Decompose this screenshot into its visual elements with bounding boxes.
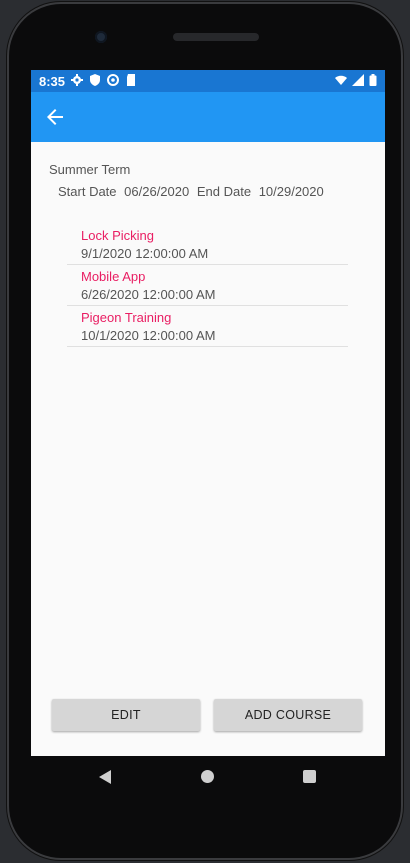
- course-title: Pigeon Training: [81, 310, 172, 325]
- add-course-button[interactable]: ADD COURSE: [214, 699, 362, 731]
- earpiece-speaker: [173, 33, 259, 41]
- gear-icon: [71, 74, 83, 86]
- end-date-value: 10/29/2020: [258, 184, 324, 199]
- course-date: 9/1/2020 12:00:00 AM: [81, 246, 209, 261]
- sync-icon: [107, 74, 119, 86]
- status-time: 8:35: [39, 74, 66, 89]
- sd-card-icon: [127, 74, 135, 86]
- wifi-icon: [335, 75, 347, 85]
- term-name: Summer Term: [49, 162, 131, 177]
- arrow-left-icon[interactable]: [43, 105, 67, 129]
- end-date-label: End Date: [196, 184, 252, 199]
- app-screen: 8:35 Summer Term Start Date 06/26/2020 E…: [31, 70, 385, 756]
- status-bar: 8:35: [31, 70, 385, 92]
- app-toolbar: [31, 92, 385, 142]
- course-list: Lock Picking 9/1/2020 12:00:00 AM Mobile…: [67, 224, 348, 347]
- battery-icon: [369, 74, 377, 86]
- recents-square-icon[interactable]: [303, 770, 316, 783]
- system-navigation-bar: [31, 756, 385, 800]
- course-title: Mobile App: [81, 269, 146, 284]
- status-left-icons: [71, 74, 137, 86]
- start-date-label: Start Date: [58, 184, 117, 199]
- list-item[interactable]: Pigeon Training 10/1/2020 12:00:00 AM: [67, 306, 348, 347]
- home-circle-icon[interactable]: [201, 770, 214, 783]
- front-camera: [95, 31, 107, 43]
- course-date: 10/1/2020 12:00:00 AM: [81, 328, 216, 343]
- signal-icon: [352, 74, 364, 86]
- back-triangle-icon[interactable]: [98, 769, 112, 785]
- list-item[interactable]: Mobile App 6/26/2020 12:00:00 AM: [67, 265, 348, 306]
- list-item[interactable]: Lock Picking 9/1/2020 12:00:00 AM: [67, 224, 348, 265]
- edit-button[interactable]: EDIT: [52, 699, 200, 731]
- course-title: Lock Picking: [81, 228, 154, 243]
- shield-icon: [90, 74, 100, 86]
- term-dates: Start Date 06/26/2020 End Date 10/29/202…: [58, 184, 328, 199]
- course-date: 6/26/2020 12:00:00 AM: [81, 287, 216, 302]
- start-date-value: 06/26/2020: [124, 184, 190, 199]
- status-right-icons: [335, 74, 377, 86]
